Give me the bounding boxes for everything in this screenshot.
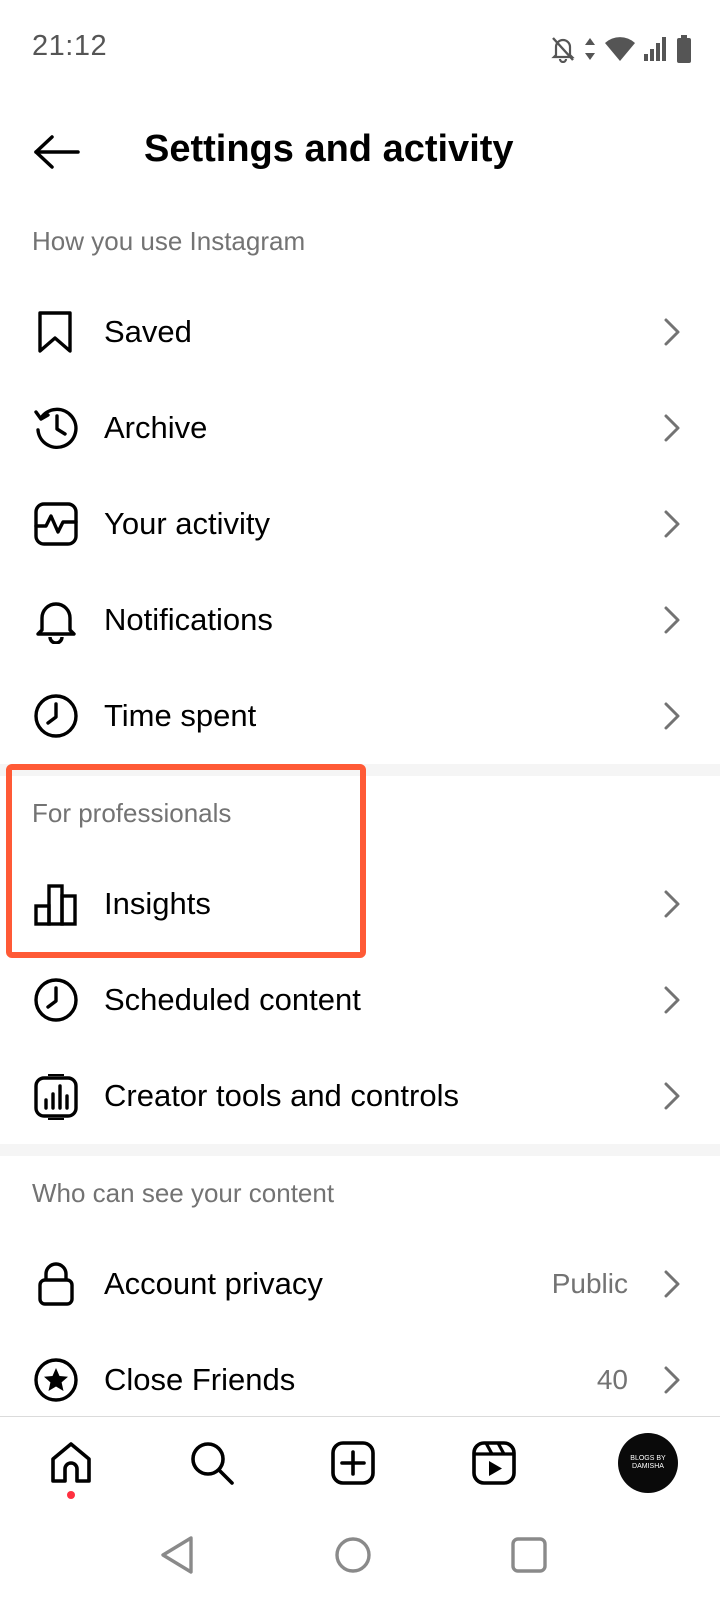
bell-icon (32, 596, 80, 644)
home-tab[interactable] (43, 1435, 99, 1491)
close-friends-label: Close Friends (104, 1362, 296, 1397)
avatar-text: BLOGS BY DAMISHA (630, 1455, 666, 1470)
scheduled-content-label: Scheduled content (104, 982, 361, 1017)
time-spent-label: Time spent (104, 698, 257, 733)
notifications-item[interactable]: Notifications (0, 572, 720, 668)
settings-list[interactable]: How you use Instagram Saved Archive Your… (0, 204, 720, 1416)
bell-off-icon (551, 37, 575, 63)
archive-item[interactable]: Archive (0, 380, 720, 476)
account-privacy-value: Public (551, 1268, 628, 1299)
your-activity-label: Your activity (104, 506, 270, 541)
battery-icon (677, 35, 691, 63)
bottom-nav: BLOGS BY DAMISHA (0, 1416, 720, 1511)
data-arrows-icon (585, 38, 595, 60)
section-title-professionals: For professionals (32, 798, 232, 828)
circle-home-icon (335, 1537, 371, 1573)
chevron-right-icon (660, 1268, 684, 1300)
saved-label: Saved (104, 314, 192, 349)
wifi-icon (605, 37, 635, 61)
status-icons (550, 32, 692, 66)
section-divider (0, 1144, 720, 1156)
saved-item[interactable]: Saved (0, 284, 720, 380)
search-tab[interactable] (184, 1435, 240, 1491)
clock-icon (32, 692, 80, 740)
scheduled-content-item[interactable]: Scheduled content (0, 952, 720, 1048)
create-icon (331, 1441, 375, 1485)
section-title-usage: How you use Instagram (32, 226, 306, 256)
back-arrow-icon (34, 135, 80, 169)
account-privacy-item[interactable]: Account privacy Public (0, 1236, 720, 1332)
chevron-right-icon (660, 508, 684, 540)
back-button[interactable] (28, 124, 84, 180)
notification-dot (67, 1491, 75, 1499)
clock-icon (32, 976, 80, 1024)
lock-icon (32, 1260, 80, 1308)
notifications-label: Notifications (104, 602, 273, 637)
bookmark-icon (32, 308, 80, 356)
profile-avatar[interactable]: BLOGS BY DAMISHA (618, 1433, 678, 1493)
close-friends-item[interactable]: Close Friends 40 (0, 1332, 720, 1416)
reels-tab[interactable] (466, 1435, 522, 1491)
header: Settings and activity (0, 100, 720, 204)
search-icon (191, 1442, 234, 1485)
chevron-right-icon (660, 984, 684, 1016)
chevron-right-icon (660, 700, 684, 732)
section-title-visibility: Who can see your content (32, 1178, 335, 1208)
account-privacy-label: Account privacy (104, 1266, 323, 1301)
system-back-button[interactable] (152, 1530, 202, 1580)
home-icon (51, 1442, 91, 1483)
signal-icon (644, 37, 666, 61)
status-bar: 21:12 (0, 0, 720, 96)
your-activity-item[interactable]: Your activity (0, 476, 720, 572)
system-nav-bar (0, 1510, 720, 1600)
system-recents-button[interactable] (504, 1530, 554, 1580)
creator-tools-label: Creator tools and controls (104, 1078, 459, 1113)
creator-tools-item[interactable]: Creator tools and controls (0, 1048, 720, 1144)
system-home-button[interactable] (328, 1530, 378, 1580)
chevron-right-icon (660, 316, 684, 348)
reels-icon (472, 1441, 516, 1485)
archive-label: Archive (104, 410, 208, 445)
chevron-right-icon (660, 1080, 684, 1112)
chevron-right-icon (660, 604, 684, 636)
page-title: Settings and activity (144, 128, 514, 170)
bar-chart-icon (32, 880, 80, 928)
chevron-right-icon (660, 1364, 684, 1396)
activity-icon (32, 500, 80, 548)
square-recents-icon (511, 1537, 547, 1573)
triangle-back-icon (161, 1536, 193, 1574)
chevron-right-icon (660, 888, 684, 920)
close-friends-count: 40 (596, 1364, 628, 1395)
insights-label: Insights (104, 886, 211, 921)
close-friends-star-icon (32, 1356, 80, 1404)
time-spent-item[interactable]: Time spent (0, 668, 720, 764)
status-time: 21:12 (32, 30, 108, 62)
section-divider (0, 764, 720, 776)
chevron-right-icon (660, 412, 684, 444)
creator-tools-icon (32, 1072, 80, 1120)
create-tab[interactable] (325, 1435, 381, 1491)
insights-item[interactable]: Insights (0, 856, 720, 952)
archive-icon (32, 404, 80, 452)
